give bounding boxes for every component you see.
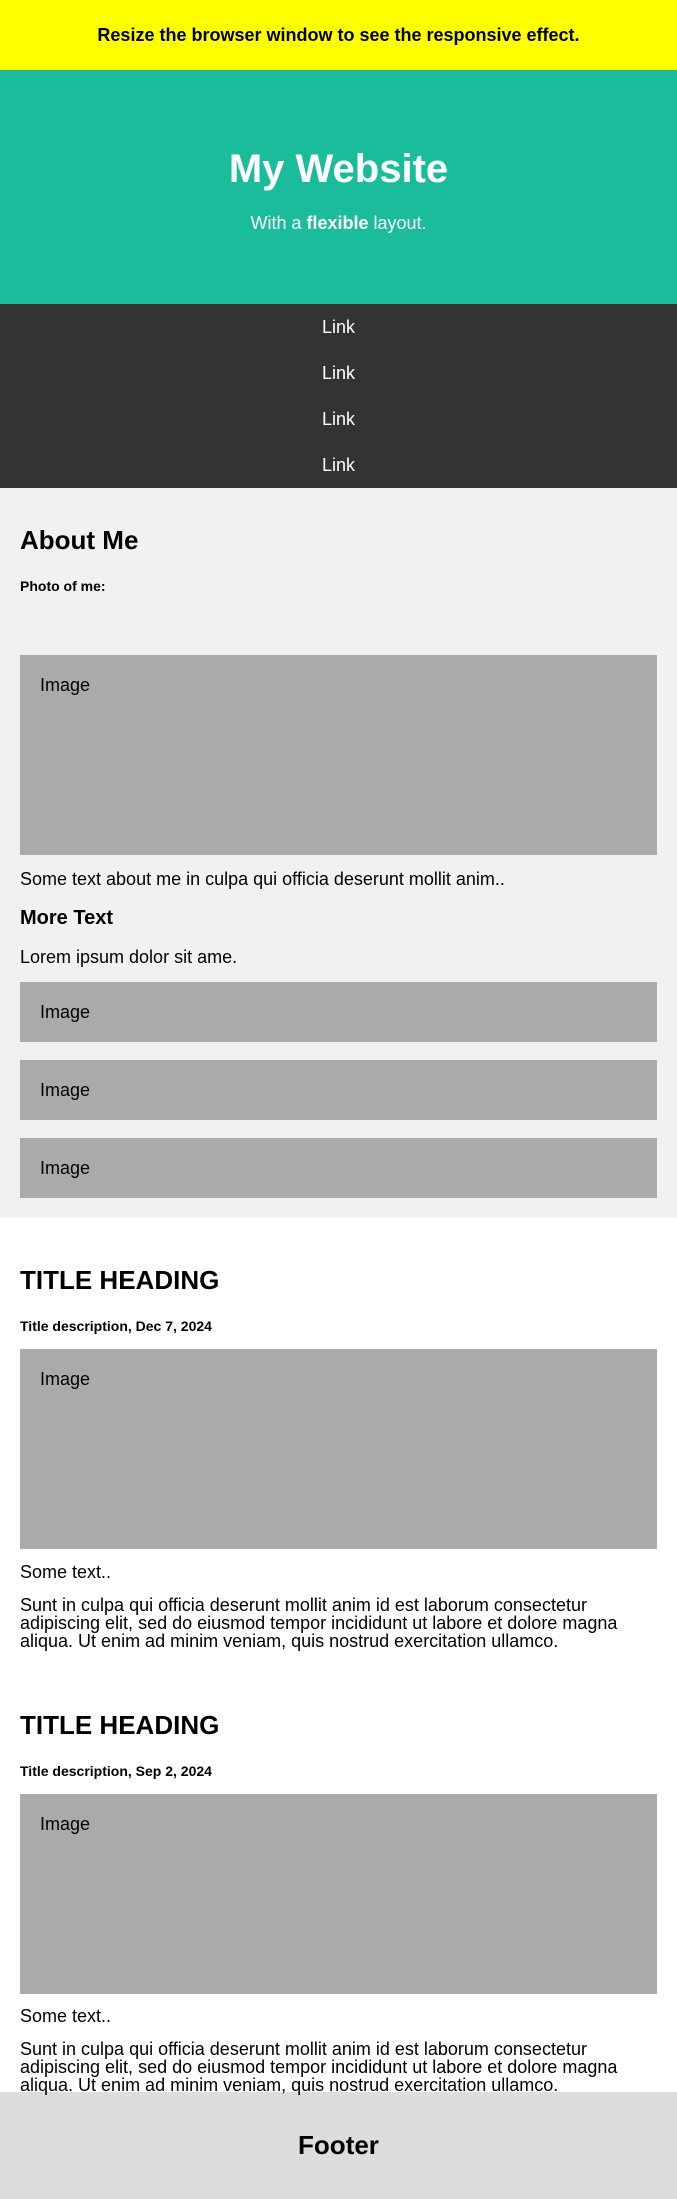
subtitle-prefix: With a (250, 213, 307, 233)
post-image-placeholder: Image (20, 1349, 657, 1549)
image-placeholder-3: Image (20, 1138, 657, 1198)
site-header: My Website With a flexible layout. (0, 70, 677, 304)
image-label: Image (40, 1080, 91, 1100)
nav-link-2[interactable]: Link (0, 350, 677, 396)
more-text-body: Lorem ipsum dolor sit ame. (20, 947, 238, 967)
about-title: About Me (20, 525, 139, 555)
subtitle-bold: flexible (306, 213, 369, 233)
image-label: Image (40, 675, 91, 695)
footer-title: Footer (298, 2130, 379, 2160)
image-label: Image (40, 1814, 91, 1834)
sidebar: About Me Photo of me: Image Some text ab… (0, 488, 677, 1218)
post-short-text: Some text.. (20, 1562, 112, 1582)
navbar: Link Link Link Link (0, 304, 677, 488)
nav-link-4[interactable]: Link (0, 442, 677, 488)
post-description: Title description, Dec 7, 2024 (20, 1318, 212, 1334)
responsive-banner: Resize the browser window to see the res… (0, 0, 677, 70)
post-description: Title description, Sep 2, 2024 (20, 1763, 212, 1779)
image-placeholder-1: Image (20, 982, 657, 1042)
image-placeholder-2: Image (20, 1060, 657, 1120)
post-title: TITLE HEADING (20, 1265, 220, 1295)
banner-text: Resize the browser window to see the res… (97, 24, 580, 45)
image-label: Image (40, 1002, 91, 1022)
post-long-text: Sunt in culpa qui officia deserunt molli… (20, 1595, 618, 1651)
nav-link-3[interactable]: Link (0, 396, 677, 442)
image-label: Image (40, 1158, 91, 1178)
post-short-text: Some text.. (20, 2006, 112, 2026)
subtitle-suffix: layout. (368, 213, 427, 233)
post-title: TITLE HEADING (20, 1710, 220, 1740)
profile-image-placeholder: Image (20, 655, 657, 855)
site-title: My Website (228, 147, 449, 191)
main-content: TITLE HEADING Title description, Dec 7, … (0, 1218, 677, 2095)
post-long-text: Sunt in culpa qui officia deserunt molli… (20, 2039, 618, 2095)
image-label: Image (40, 1369, 91, 1389)
post-image-placeholder: Image (20, 1794, 657, 1994)
about-text: Some text about me in culpa qui officia … (20, 869, 505, 889)
more-text-title: More Text (20, 907, 113, 929)
site-footer: Footer (0, 2092, 677, 2199)
site-subtitle: With a flexible layout. (0, 213, 677, 234)
photo-label: Photo of me: (20, 578, 106, 594)
nav-link-1[interactable]: Link (0, 304, 677, 350)
